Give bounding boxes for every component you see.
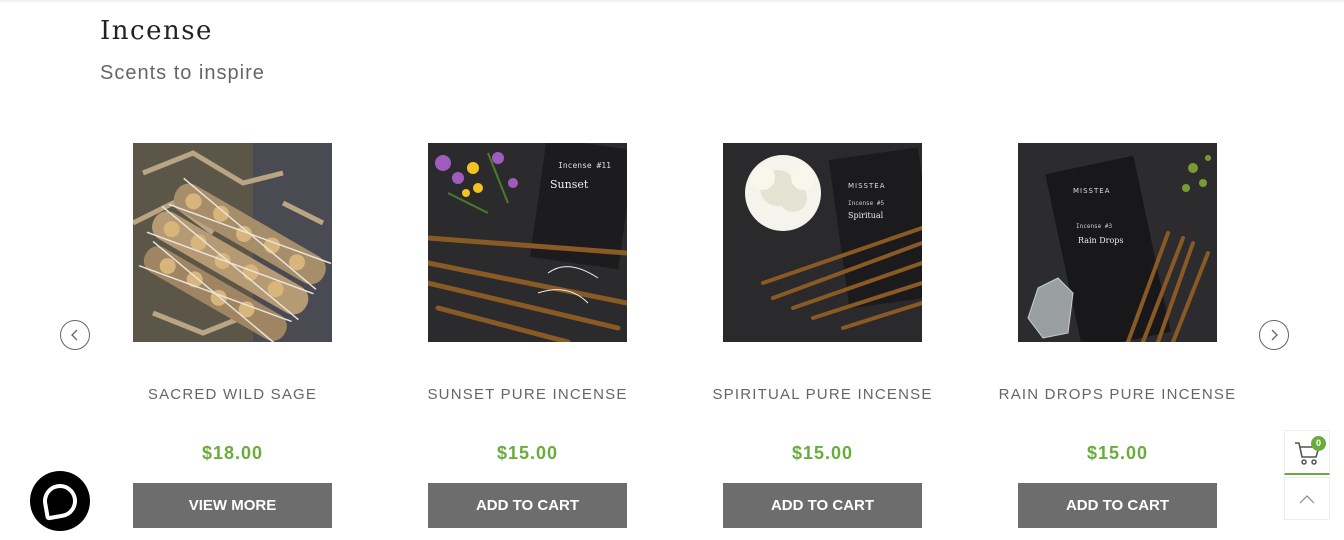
chat-button[interactable] xyxy=(30,471,90,531)
carousel-prev-button[interactable] xyxy=(60,320,90,350)
back-to-top-button[interactable] xyxy=(1284,477,1330,520)
header-divider xyxy=(0,0,1344,3)
chevron-up-icon xyxy=(1299,494,1315,503)
sunset-incense-image: Incense #11 Sunset xyxy=(428,143,627,342)
package-title: Sunset xyxy=(550,178,589,191)
product-price: $15.00 xyxy=(496,443,559,463)
chat-bubble-icon xyxy=(40,481,80,521)
product-card: SACRED WILD SAGE $18.00 VIEW MORE xyxy=(133,143,332,528)
product-image-link[interactable]: MISSTEA Incense #3 Rain Drops xyxy=(1018,143,1217,342)
package-text: Incense #5 xyxy=(848,200,885,207)
product-name[interactable]: RAIN DROPS PURE INCENSE xyxy=(978,383,1257,406)
chevron-right-icon xyxy=(1271,329,1278,341)
package-title: Rain Drops xyxy=(1078,236,1124,245)
product-name[interactable]: SPIRITUAL PURE INCENSE xyxy=(683,383,962,406)
product-image-link[interactable]: MISSTEA Incense #5 Spiritual xyxy=(723,143,922,342)
product-price: $15.00 xyxy=(1086,443,1149,463)
product-card: MISSTEA Incense #3 Rain Drops RAIN DROPS… xyxy=(999,143,1235,528)
section-title: Incense xyxy=(100,16,213,46)
spiritual-incense-image: MISSTEA Incense #5 Spiritual xyxy=(723,143,922,342)
package-title: Spiritual xyxy=(848,211,884,220)
product-name[interactable]: SACRED WILD SAGE xyxy=(93,383,372,406)
add-to-cart-button[interactable]: ADD TO CART xyxy=(428,483,627,528)
product-price: $15.00 xyxy=(791,443,854,463)
rain-drops-incense-image: MISSTEA Incense #3 Rain Drops xyxy=(1018,143,1217,342)
product-card: Incense #11 Sunset SUNSET PURE INCENSE $… xyxy=(427,143,627,528)
cart-count-badge: 0 xyxy=(1311,436,1326,451)
product-price: $18.00 xyxy=(201,443,264,463)
add-to-cart-button[interactable]: ADD TO CART xyxy=(1018,483,1217,528)
product-image-link[interactable]: Incense #11 Sunset xyxy=(428,143,627,342)
package-brand: MISSTEA xyxy=(1073,187,1110,195)
package-brand: MISSTEA xyxy=(848,182,885,190)
chevron-left-icon xyxy=(71,329,78,341)
package-text: Incense #3 xyxy=(1076,223,1113,230)
view-more-button[interactable]: VIEW MORE xyxy=(133,483,332,528)
section-subtitle: Scents to inspire xyxy=(100,62,265,84)
add-to-cart-button[interactable]: ADD TO CART xyxy=(723,483,922,528)
package-text: Incense #11 xyxy=(558,161,611,170)
carousel-next-button[interactable] xyxy=(1259,320,1289,350)
product-card: MISSTEA Incense #5 Spiritual SPIRITUAL P… xyxy=(712,143,931,528)
cart-button[interactable]: 0 xyxy=(1284,430,1330,475)
product-name[interactable]: SUNSET PURE INCENSE xyxy=(388,383,667,406)
sage-bundles-image xyxy=(133,143,332,342)
product-image-link[interactable] xyxy=(133,143,332,342)
